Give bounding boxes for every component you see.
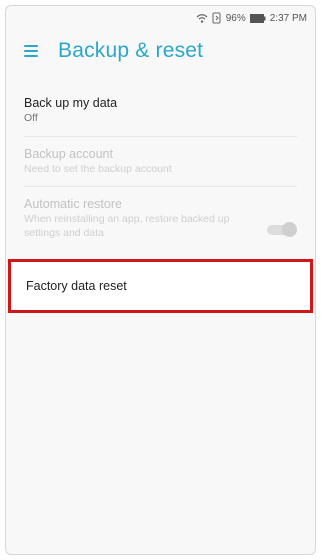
battery-percent: 96% <box>225 12 246 24</box>
setting-label: Automatic restore <box>24 197 122 212</box>
setting-back-up-my-data[interactable]: Back up my data Off <box>24 86 297 137</box>
wifi-icon <box>196 13 208 24</box>
setting-label: Factory data reset <box>26 278 127 293</box>
setting-automatic-restore: Automatic restore When reinstalling an a… <box>24 187 297 250</box>
status-bar: 96% 2:37 PM <box>6 6 315 30</box>
setting-label: Back up my data <box>24 96 118 110</box>
setting-summary: Off <box>24 112 38 124</box>
setting-summary: When reinstalling an app, restore backed… <box>24 213 230 239</box>
clock: 2:37 PM <box>269 12 307 24</box>
setting-label: Backup account <box>24 146 113 161</box>
setting-summary: Need to set the backup account <box>24 162 172 175</box>
data-sync-icon <box>212 12 222 24</box>
setting-backup-account: Backup account Need to set the backup ac… <box>24 137 297 188</box>
hamburger-menu-icon[interactable] <box>24 45 38 57</box>
setting-factory-data-reset[interactable]: Factory data reset <box>8 258 313 313</box>
app-bar: Backup & reset <box>6 30 315 72</box>
automatic-restore-toggle <box>267 222 297 238</box>
settings-list: Back up my data Off Backup account Need … <box>6 86 315 313</box>
page-title: Backup & reset <box>58 39 204 62</box>
battery-icon <box>249 13 266 23</box>
phone-screen: 96% 2:37 PM Backup & reset Back up my da… <box>5 5 316 555</box>
